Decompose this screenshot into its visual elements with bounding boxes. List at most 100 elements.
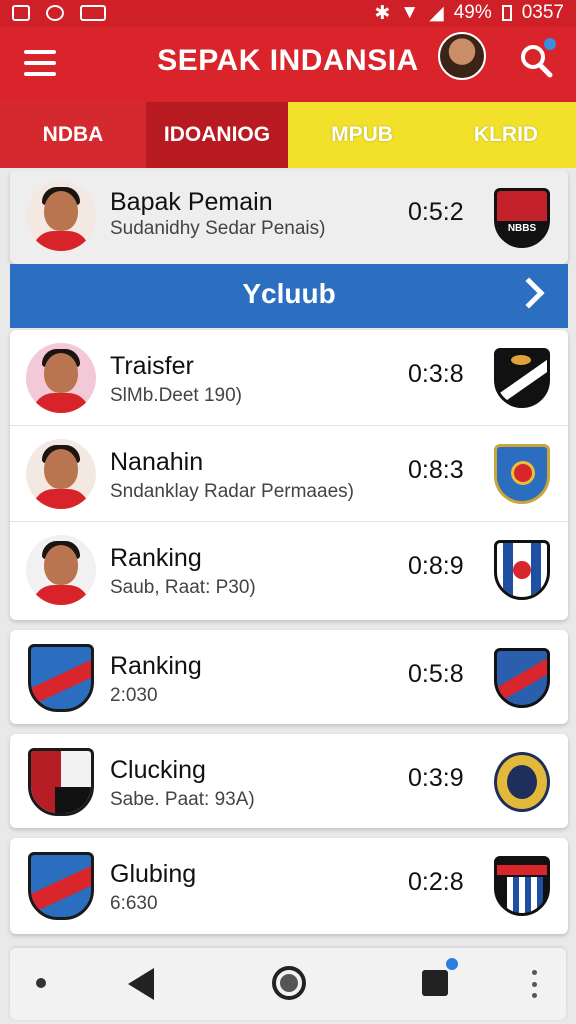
search-button[interactable]	[518, 38, 556, 80]
more-options-button[interactable]	[532, 970, 538, 998]
app-bar: SEPAK INDANSIA	[0, 26, 576, 102]
more-dot-icon	[532, 970, 537, 975]
badge-mark	[511, 461, 535, 485]
more-dot-icon	[532, 981, 537, 987]
badge-text: NBBS	[507, 223, 537, 234]
list-item[interactable]: Clucking Sabe. Paat: 93A) 0:3:9	[10, 734, 568, 828]
gallery-icon	[12, 5, 30, 21]
club-banner[interactable]: Ycluub	[10, 264, 568, 328]
battery-icon	[501, 5, 512, 21]
club-banner-label: Ycluub	[242, 278, 336, 309]
badge-stripe	[497, 865, 547, 875]
more-dot-icon	[532, 993, 537, 998]
avatar-face	[44, 353, 78, 393]
list-item[interactable]: Ranking 2:030 0:5:8	[10, 630, 568, 724]
club-name: Clucking	[110, 756, 206, 784]
badge-stripe	[497, 652, 547, 704]
club-subtitle: 6:630	[110, 893, 158, 914]
club-name: Ranking	[110, 652, 202, 680]
system-nav-bar	[10, 948, 566, 1020]
avatar-face	[44, 545, 78, 585]
club-name: Glubing	[110, 860, 197, 888]
featured-subtitle: Sudanidhy Sedar Penais)	[110, 218, 326, 239]
status-bar: ✱ ▼ ◢ 49% 0357	[0, 0, 576, 26]
club-subtitle: Sabe. Paat: 93A)	[110, 789, 255, 810]
featured-card: Bapak Pemain Sudanidhy Sedar Penais) 0:5…	[10, 170, 568, 264]
avatar-shirt	[32, 585, 90, 605]
player-avatar	[26, 343, 96, 413]
club-badge	[494, 856, 550, 916]
badge-stripe	[507, 877, 543, 913]
voicemail-icon	[80, 5, 106, 21]
home-button[interactable]	[272, 966, 306, 1000]
list-item[interactable]: Ranking Saub, Raat: P30) 0:8:9	[10, 522, 568, 618]
club-crest	[28, 748, 94, 816]
list-item[interactable]: Traisfer SlMb.Deet 190) 0:3:8	[10, 330, 568, 426]
player-avatar	[26, 181, 96, 251]
clock: 0357	[521, 2, 564, 23]
tab-mpub[interactable]: MPUB	[288, 102, 436, 168]
club-card: Glubing 6:630 0:2:8	[10, 838, 568, 934]
avatar-face	[44, 449, 78, 489]
tab-idoaniog[interactable]: IDOANIOG	[146, 102, 288, 168]
badge-mark	[511, 355, 531, 365]
player-score: 0:8:3	[408, 456, 464, 484]
list-item[interactable]: Nanahin Sndanklay Radar Permaaes) 0:8:3	[10, 426, 568, 522]
badge-stripe	[503, 543, 513, 597]
badge-stripe	[531, 543, 541, 597]
notification-dot	[446, 958, 458, 970]
club-card: Clucking Sabe. Paat: 93A) 0:3:9	[10, 734, 568, 828]
club-score: 0:5:8	[408, 660, 464, 688]
app-title: SEPAK INDANSIA	[157, 44, 419, 77]
avatar-shirt	[32, 489, 90, 509]
crest-stripe	[31, 655, 91, 707]
player-subtitle: SlMb.Deet 190)	[110, 385, 243, 406]
player-name: Nanahin	[110, 448, 204, 476]
avatar-face	[44, 191, 78, 231]
club-crest	[28, 644, 94, 712]
player-list: Traisfer SlMb.Deet 190) 0:3:8 Nanahin Sn…	[10, 330, 568, 620]
club-card: Ranking 2:030 0:5:8	[10, 630, 568, 724]
club-badge	[494, 444, 550, 504]
crest-stripe	[55, 787, 91, 813]
club-badge	[494, 540, 550, 600]
list-item[interactable]: Glubing 6:630 0:2:8	[10, 838, 568, 934]
notification-dot	[544, 38, 556, 50]
battery-level: 49%	[453, 2, 492, 23]
tab-bar: NDBA IDOANIOG MPUB KLRID	[0, 102, 576, 168]
club-badge	[494, 648, 550, 708]
featured-name: Bapak Pemain	[110, 188, 273, 216]
club-score: 0:2:8	[408, 868, 464, 896]
club-crest	[28, 852, 94, 920]
signal-icon: ◢	[429, 2, 444, 24]
avatar-shirt	[32, 231, 90, 251]
player-name: Traisfer	[110, 352, 194, 380]
tab-ndba[interactable]: NDBA	[0, 102, 146, 168]
recents-button[interactable]	[422, 958, 458, 996]
avatar-shirt	[32, 393, 90, 413]
club-badge	[494, 348, 550, 408]
player-avatar	[26, 439, 96, 509]
bluetooth-icon: ✱	[374, 2, 391, 24]
badge-mark	[513, 561, 531, 579]
tab-klrid[interactable]: KLRID	[436, 102, 576, 168]
app-notification-icon	[46, 5, 64, 21]
club-score: 0:3:9	[408, 764, 464, 792]
crest-stripe	[31, 862, 91, 914]
back-button[interactable]	[128, 968, 154, 1000]
player-name: Ranking	[110, 544, 202, 572]
featured-row[interactable]: Bapak Pemain Sudanidhy Sedar Penais) 0:5…	[10, 170, 568, 264]
club-badge	[494, 752, 550, 812]
badge-mark	[507, 765, 537, 799]
player-score: 0:8:9	[408, 552, 464, 580]
player-subtitle: Saub, Raat: P30)	[110, 577, 256, 598]
club-subtitle: 2:030	[110, 685, 158, 706]
player-avatar	[26, 535, 96, 605]
wifi-icon: ▼	[400, 2, 420, 23]
player-subtitle: Sndanklay Radar Permaaes)	[110, 481, 354, 502]
player-score: 0:3:8	[408, 360, 464, 388]
profile-avatar[interactable]	[438, 32, 486, 80]
featured-score: 0:5:2	[408, 198, 464, 226]
nav-dot-icon	[36, 978, 46, 988]
club-badge: NBBS	[494, 188, 550, 248]
